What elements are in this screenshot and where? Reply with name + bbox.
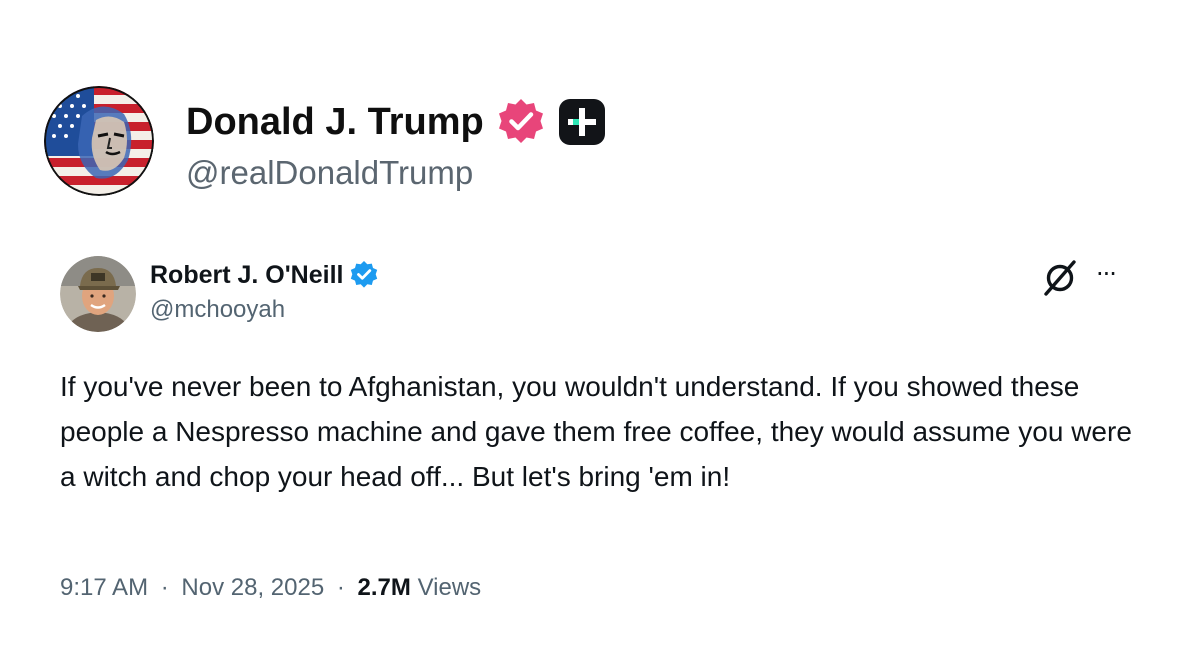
outer-avatar[interactable] bbox=[44, 86, 154, 196]
inner-name-row: Robert J. O'Neill bbox=[150, 258, 379, 292]
flag-portrait-icon bbox=[44, 86, 154, 196]
inner-avatar[interactable] bbox=[60, 256, 136, 332]
outer-display-name[interactable]: Donald J. Trump bbox=[186, 101, 484, 144]
man-in-cap-icon bbox=[60, 256, 136, 332]
plus-badge-icon bbox=[558, 99, 605, 145]
meta-separator: · bbox=[160, 574, 169, 601]
verified-badge-icon bbox=[351, 261, 378, 288]
views-count[interactable]: 2.7M bbox=[358, 574, 411, 601]
more-options-icon[interactable]: ··· bbox=[1096, 260, 1132, 288]
meta-separator: · bbox=[336, 574, 345, 601]
inner-display-name[interactable]: Robert J. O'Neill bbox=[150, 261, 343, 290]
tweet-text: If you've never been to Afghanistan, you… bbox=[60, 371, 1132, 492]
tweet-meta: 9:17 AM · Nov 28, 2025 · 2.7M Views bbox=[60, 574, 481, 602]
outer-handle[interactable]: @realDonaldTrump bbox=[186, 154, 473, 192]
outer-name-row: Donald J. Trump bbox=[186, 96, 606, 148]
tweet-time[interactable]: 9:17 AM bbox=[60, 574, 148, 601]
views-label: Views bbox=[417, 574, 482, 601]
verified-badge-icon bbox=[498, 99, 543, 143]
grok-icon[interactable] bbox=[1040, 258, 1080, 298]
inner-handle[interactable]: @mchooyah bbox=[150, 296, 285, 324]
tweet-date[interactable]: Nov 28, 2025 bbox=[181, 574, 324, 601]
